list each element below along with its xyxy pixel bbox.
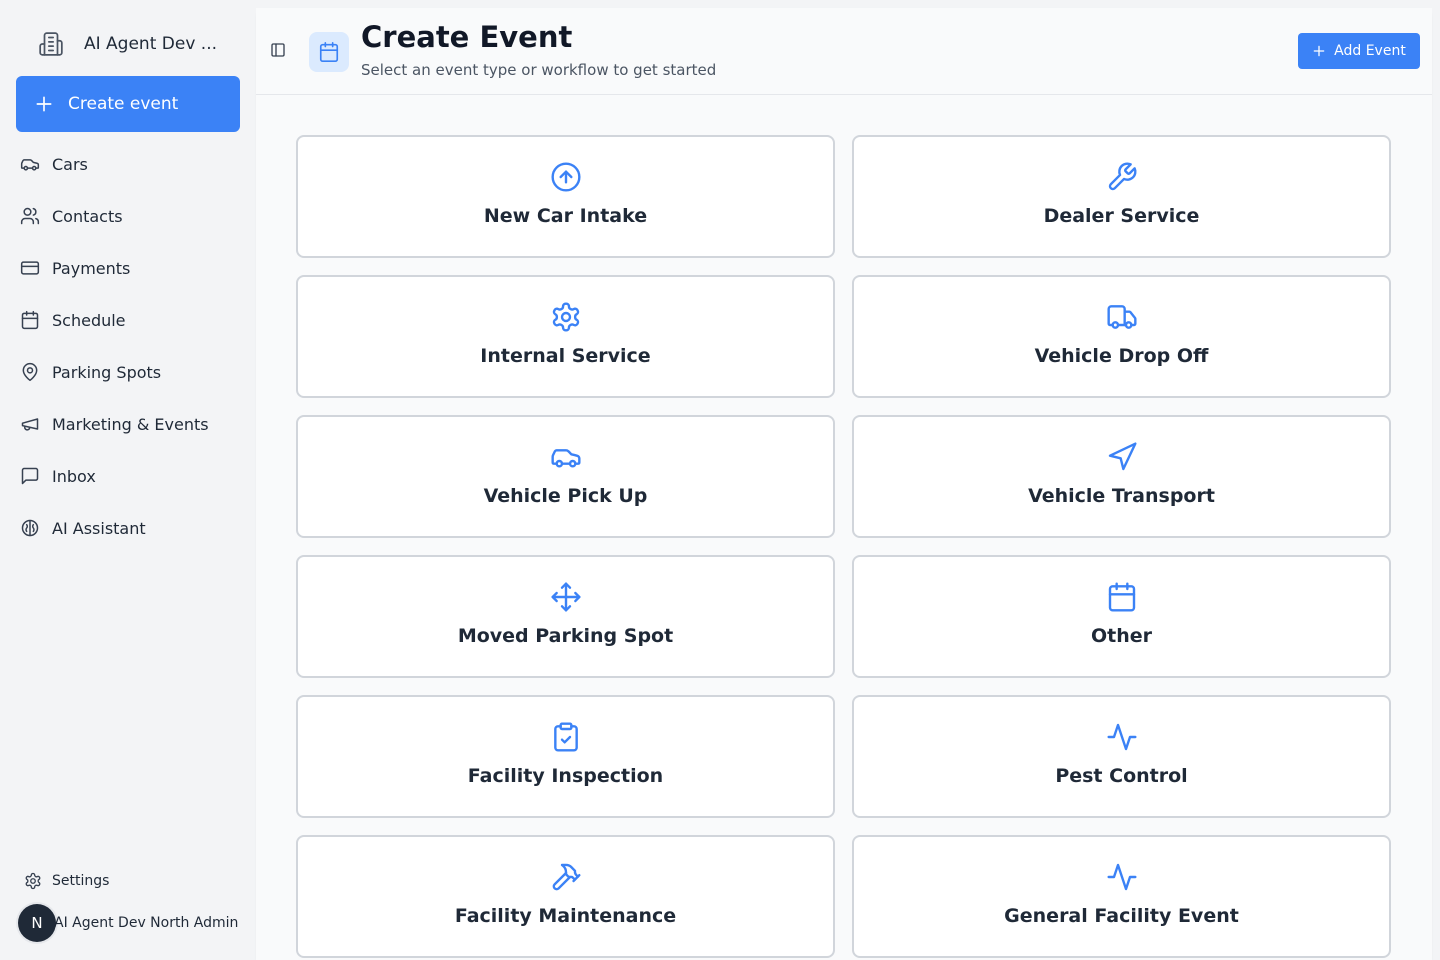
navigation-icon	[1108, 442, 1137, 471]
event-card-vehicle-drop-off[interactable]: Vehicle Drop Off	[852, 275, 1391, 398]
clipboard-check-icon	[553, 722, 578, 752]
calendar-icon	[1108, 582, 1135, 612]
activity-icon	[1106, 863, 1137, 891]
sidebar-item-label: AI Assistant	[52, 518, 146, 538]
event-card-moved-parking-spot[interactable]: Moved Parking Spot	[296, 555, 835, 678]
event-card-vehicle-transport[interactable]: Vehicle Transport	[852, 415, 1391, 538]
car-icon	[550, 449, 581, 468]
arrow-up-circle-icon	[550, 162, 581, 192]
sidebar-item-ai-assistant[interactable]: AI Assistant	[0, 502, 256, 554]
page-header: Create Event Select an event type or wor…	[256, 8, 1432, 95]
gear-icon	[25, 872, 41, 890]
plus-icon	[1313, 45, 1325, 57]
sidebar-item-schedule[interactable]: Schedule	[0, 294, 256, 346]
plus-icon	[36, 96, 52, 112]
sidebar-item-label: Marketing & Events	[52, 414, 209, 434]
event-card-facility-maintenance[interactable]: Facility Maintenance	[296, 835, 835, 958]
user-profile[interactable]: N AI Agent Dev North Admin	[18, 904, 238, 942]
sidebar-item-label: Inbox	[52, 466, 96, 486]
sidebar-item-label: Payments	[52, 258, 131, 278]
sidebar-item-label: Cars	[52, 154, 88, 174]
event-card-label: Moved Parking Spot	[457, 625, 674, 647]
truck-icon	[1106, 305, 1137, 329]
hammer-icon	[552, 863, 581, 891]
activity-icon	[1106, 723, 1137, 751]
org-switcher[interactable]: AI Agent Dev ...	[38, 30, 217, 58]
event-card-new-car-intake[interactable]: New Car Intake	[296, 135, 835, 258]
event-card-general-facility-event[interactable]: General Facility Event	[852, 835, 1391, 958]
org-name: AI Agent Dev ...	[84, 34, 217, 54]
event-card-label: Dealer Service	[1043, 205, 1200, 227]
event-card-label: General Facility Event	[1004, 905, 1239, 927]
event-card-label: Vehicle Transport	[1028, 485, 1215, 507]
event-card-dealer-service[interactable]: Dealer Service	[852, 135, 1391, 258]
sidebar-nav: Cars Contacts Payments Schedule Parking …	[0, 138, 256, 554]
credit-card-icon	[20, 261, 40, 275]
event-card-label: New Car Intake	[483, 205, 648, 227]
event-card-internal-service[interactable]: Internal Service	[296, 275, 835, 398]
sidebar-item-cars[interactable]: Cars	[0, 138, 256, 190]
event-card-other[interactable]: Other	[852, 555, 1391, 678]
sidebar-item-label: Parking Spots	[52, 362, 162, 382]
calendar-icon	[21, 310, 39, 330]
sidebar-toggle-icon[interactable]	[270, 42, 286, 58]
settings-label: Settings	[52, 873, 110, 889]
event-type-grid: New Car Intake Dealer Service Internal S…	[296, 135, 1391, 958]
page-subtitle: Select an event type or workflow to get …	[361, 61, 717, 79]
settings-link[interactable]: Settings	[24, 872, 109, 890]
users-icon	[20, 207, 40, 225]
event-card-facility-inspection[interactable]: Facility Inspection	[296, 695, 835, 818]
sidebar: AI Agent Dev ... Create event Cars Conta…	[0, 0, 256, 960]
car-icon	[20, 159, 40, 171]
calendar-icon	[319, 42, 339, 62]
event-card-label: Facility Inspection	[467, 765, 664, 787]
event-card-pest-control[interactable]: Pest Control	[852, 695, 1391, 818]
event-card-label: Facility Maintenance	[454, 905, 677, 927]
sidebar-item-marketing-events[interactable]: Marketing & Events	[0, 398, 256, 450]
avatar[interactable]: N	[18, 904, 56, 942]
sidebar-item-inbox[interactable]: Inbox	[0, 450, 256, 502]
event-card-vehicle-pick-up[interactable]: Vehicle Pick Up	[296, 415, 835, 538]
sidebar-item-parking-spots[interactable]: Parking Spots	[0, 346, 256, 398]
message-square-icon	[21, 467, 39, 485]
page-title: Create Event	[361, 20, 573, 54]
gear-icon	[552, 302, 579, 332]
megaphone-icon	[21, 418, 39, 431]
event-card-label: Internal Service	[480, 345, 651, 367]
sidebar-item-contacts[interactable]: Contacts	[0, 190, 256, 242]
sidebar-item-label: Schedule	[52, 310, 126, 330]
user-name: AI Agent Dev North Admin	[54, 915, 239, 931]
wrench-icon	[1108, 162, 1136, 191]
move-icon	[550, 582, 581, 612]
sidebar-item-payments[interactable]: Payments	[0, 242, 256, 294]
event-card-label: Other	[1090, 625, 1153, 647]
add-event-button[interactable]: Add Event	[1298, 33, 1420, 69]
event-card-label: Vehicle Drop Off	[1034, 345, 1209, 367]
add-event-label: Add Event	[1334, 43, 1406, 59]
building-icon	[39, 32, 63, 56]
event-card-label: Pest Control	[1055, 765, 1188, 787]
create-event-label: Create event	[68, 94, 179, 114]
event-card-label: Vehicle Pick Up	[483, 485, 648, 507]
header-calendar-badge	[309, 32, 349, 72]
map-pin-icon	[22, 362, 38, 382]
brain-icon	[21, 519, 39, 537]
main-panel: Create Event Select an event type or wor…	[256, 8, 1432, 960]
create-event-button[interactable]: Create event	[16, 76, 240, 132]
sidebar-item-label: Contacts	[52, 206, 123, 226]
